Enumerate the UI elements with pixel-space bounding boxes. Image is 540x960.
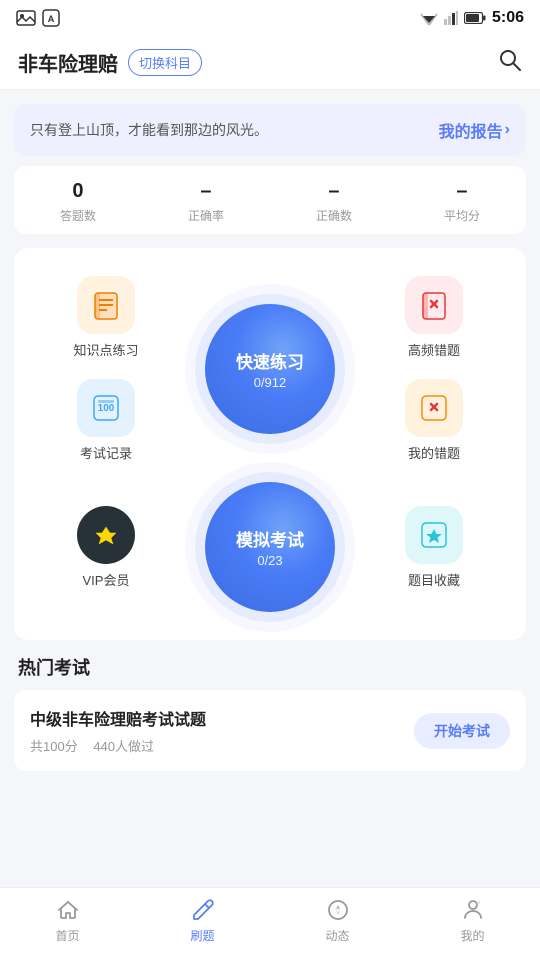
exam-card: 中级非车险理赔考试试题 共100分 440人做过 开始考试 [14,690,526,771]
svg-text:100: 100 [98,403,115,414]
my-report-link[interactable]: 我的报告 › [439,118,510,142]
stats-bar: 0 答题数 – 正确率 – 正确数 – 平均分 [14,166,526,234]
page-title: 非车险理赔 [18,48,118,77]
high-freq-errors-button[interactable]: 高频错题 [352,266,516,369]
knowledge-practice-button[interactable]: 知识点练习 [24,266,188,369]
exam-record-button[interactable]: 100 考试记录 [24,369,188,472]
stat-correct-count: – 正确数 [316,180,352,224]
mock-exam-button[interactable]: 模拟考试 0/23 [188,472,352,622]
pen-icon [189,896,217,924]
exam-name: 中级非车险理赔考试试题 [30,706,206,730]
signal-icon [444,11,458,25]
status-right-icons: 5:06 [420,9,524,27]
favorites-icon [405,506,463,564]
banner: 只有登上山顶，才能看到那边的风光。 我的报告 › [14,104,526,156]
my-errors-icon [405,379,463,437]
image-icon [16,10,36,26]
nav-dynamics-label: 动态 [325,927,349,944]
bottom-navigation: 首页 刷题 动态 我的 [0,887,540,960]
exam-record-icon: 100 [77,379,135,437]
nav-home-label: 首页 [55,927,79,944]
search-icon [498,48,522,72]
status-left-icons: A [16,9,60,27]
exam-count: 440人做过 [93,739,154,754]
function-grid: 知识点练习 快速练习 0/912 高频错题 [14,248,526,640]
status-time: 5:06 [492,9,524,27]
exam-meta: 共100分 440人做过 [30,736,206,755]
compass-icon [324,896,352,924]
exam-info: 中级非车险理赔考试试题 共100分 440人做过 [30,706,206,755]
nav-practice[interactable]: 刷题 [173,896,233,944]
hot-exams-title: 热门考试 [18,654,522,680]
svg-text:A: A [48,14,55,24]
favorites-label: 题目收藏 [408,570,460,589]
nav-home[interactable]: 首页 [38,896,98,944]
vip-icon [77,506,135,564]
my-errors-label: 我的错题 [408,443,460,462]
favorites-button[interactable]: 题目收藏 [352,496,516,599]
vip-button[interactable]: VIP会员 [24,496,188,599]
stat-answer-count: 0 答题数 [60,180,96,224]
switch-subject-button[interactable]: 切换科目 [128,49,202,76]
header-left: 非车险理赔 切换科目 [18,48,202,77]
person-icon [459,896,487,924]
nav-practice-label: 刷题 [190,927,214,944]
nav-mine-label: 我的 [460,927,484,944]
wifi-icon [420,11,438,25]
fast-practice-button[interactable]: 快速练习 0/912 [188,294,352,444]
battery-icon [464,12,486,24]
app-icon: A [42,9,60,27]
high-freq-icon [405,276,463,334]
fast-practice-circle[interactable]: 快速练习 0/912 [205,304,335,434]
banner-quote: 只有登上山顶，才能看到那边的风光。 [30,120,439,140]
search-button[interactable] [498,48,522,77]
nav-dynamics[interactable]: 动态 [308,896,368,944]
exam-score: 共100分 [30,739,78,754]
start-exam-button[interactable]: 开始考试 [414,713,510,749]
my-errors-button[interactable]: 我的错题 [352,369,516,472]
header: 非车险理赔 切换科目 [0,36,540,90]
home-icon [54,896,82,924]
high-freq-label: 高频错题 [408,340,460,359]
vip-label: VIP会员 [83,570,130,589]
stat-accuracy: – 正确率 [188,180,224,224]
stat-average-score: – 平均分 [444,180,480,224]
nav-mine[interactable]: 我的 [443,896,503,944]
knowledge-label: 知识点练习 [73,340,138,359]
knowledge-icon [77,276,135,334]
exam-record-label: 考试记录 [80,443,132,462]
status-bar: A 5:06 [0,0,540,36]
mock-exam-circle[interactable]: 模拟考试 0/23 [205,482,335,612]
